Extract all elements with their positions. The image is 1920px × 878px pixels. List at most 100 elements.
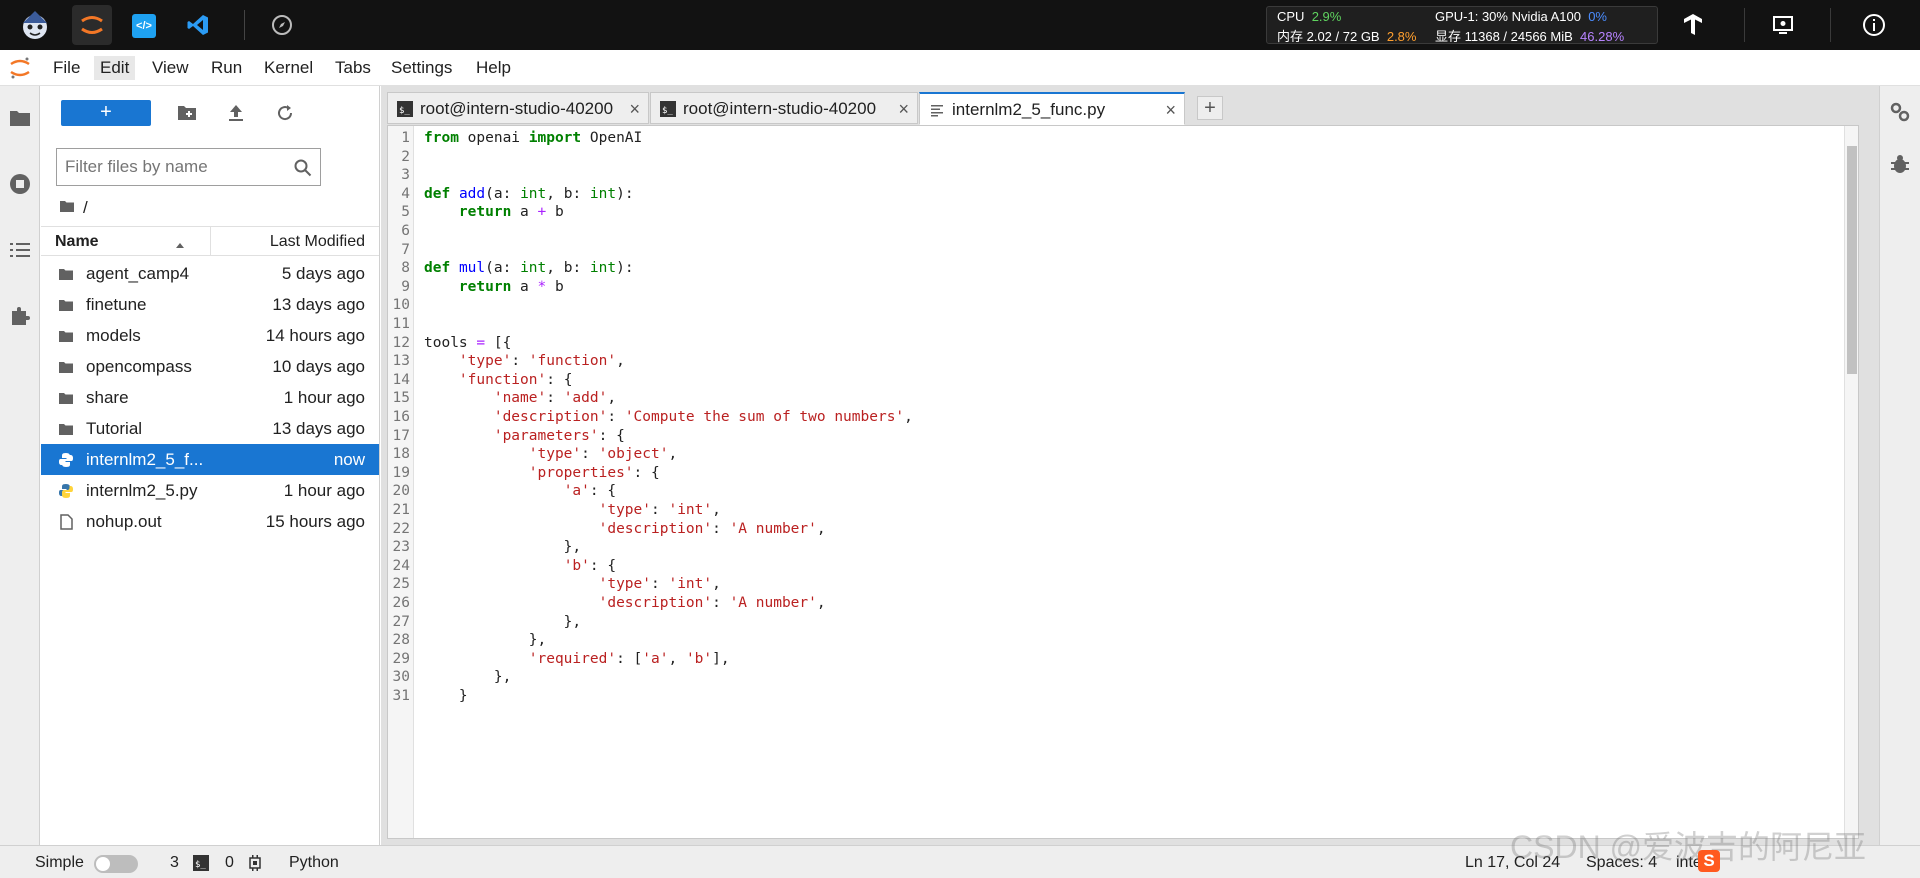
file-row[interactable]: nohup.out 15 hours ago (41, 506, 379, 537)
code-text: 'description': 'A number', (598, 520, 826, 537)
file-name: models (86, 326, 141, 345)
file-row[interactable]: finetune 13 days ago (41, 289, 379, 320)
breadcrumb[interactable]: / (59, 196, 88, 220)
file-icon (57, 513, 75, 531)
file-row[interactable]: models 14 hours ago (41, 320, 379, 351)
mem-value: 2.8% (1386, 29, 1417, 44)
file-modified: 14 hours ago (265, 326, 365, 345)
tab-editor-file[interactable]: internlm2_5_func.py × (919, 92, 1185, 125)
line-number: 17 (392, 427, 410, 444)
monitor-settings-icon[interactable] (1768, 10, 1798, 40)
folder-icon[interactable] (6, 104, 34, 132)
left-sidebar-tabs (0, 86, 40, 845)
simple-mode-toggle[interactable] (94, 855, 138, 873)
code-server-icon[interactable]: </> (132, 14, 156, 38)
file-row[interactable]: agent_camp4 5 days ago (41, 258, 379, 289)
file-name: internlm2_5_f... (86, 450, 204, 469)
property-inspector-icon[interactable] (1886, 98, 1914, 126)
debugger-bug-icon[interactable] (1886, 150, 1914, 178)
kernel-language[interactable]: Python (289, 854, 339, 872)
vertical-scrollbar[interactable] (1844, 126, 1858, 838)
kernel-count[interactable]: 3 (170, 854, 179, 872)
code-editor[interactable]: 1 from openai import OpenAI 2 3 4 def add(a: … (387, 125, 1859, 839)
close-icon[interactable]: × (898, 99, 909, 120)
menu-settings[interactable]: Settings (385, 56, 458, 80)
code-text: return a * b (458, 278, 564, 295)
mascot-logo-icon[interactable] (15, 5, 55, 45)
menu-file[interactable]: File (47, 56, 86, 80)
search-icon (294, 159, 312, 182)
folder-icon (57, 327, 75, 345)
column-name[interactable]: Name (55, 233, 99, 251)
file-row[interactable]: Tutorial 13 days ago (41, 413, 379, 444)
tensorflow-icon[interactable] (1678, 10, 1708, 40)
line-number: 14 (392, 371, 410, 388)
cpu-chip-icon (247, 855, 263, 876)
breadcrumb-root[interactable]: / (83, 198, 88, 218)
file-row[interactable]: internlm2_5.py 1 hour ago (41, 475, 379, 506)
menu-tabs[interactable]: Tabs (329, 56, 377, 80)
new-launcher-button[interactable]: + (61, 100, 151, 126)
file-name: nohup.out (86, 512, 162, 531)
menu-view[interactable]: View (146, 56, 195, 80)
file-modified: 13 days ago (272, 419, 365, 438)
scrollbar-thumb[interactable] (1847, 146, 1857, 374)
info-icon[interactable] (1859, 10, 1889, 40)
table-of-contents-icon[interactable] (6, 236, 34, 264)
csdn-watermark: CSDN @爱波吉的阿尼亚 (1510, 829, 1867, 865)
upload-icon[interactable] (224, 101, 248, 125)
terminal-count[interactable]: 0 (225, 854, 234, 872)
menu-help[interactable]: Help (470, 56, 517, 80)
file-list: agent_camp4 5 days ago finetune 13 days ago… (41, 258, 379, 537)
file-modified: 15 hours ago (265, 512, 365, 531)
filter-files-field[interactable] (56, 148, 321, 186)
toolbar-divider (1830, 8, 1831, 42)
sort-ascending-icon[interactable] (175, 236, 185, 254)
code-text: } (424, 688, 468, 704)
tab-label: root@intern-studio-40200 (420, 99, 614, 118)
close-icon[interactable]: × (1165, 100, 1176, 121)
python-file-icon (57, 451, 75, 469)
refresh-icon[interactable] (273, 101, 297, 125)
compass-icon[interactable] (262, 5, 302, 45)
file-row[interactable]: share 1 hour ago (41, 382, 379, 413)
running-sessions-icon[interactable] (6, 170, 34, 198)
line-number: 28 (392, 632, 410, 649)
new-folder-icon[interactable] (175, 101, 199, 125)
column-last-modified[interactable]: Last Modified (270, 233, 365, 251)
line-number: 26 (392, 595, 410, 611)
line-number: 16 (392, 409, 410, 425)
file-row[interactable]: internlm2_5_f... now (41, 444, 379, 475)
code-text: tools = [{ (424, 334, 512, 351)
tab-terminal-1[interactable]: $_ root@intern-studio-40200 × (387, 92, 649, 124)
line-number: 8 (401, 260, 410, 277)
tab-terminal-2[interactable]: $_ root@intern-studio-40200 × (650, 92, 918, 124)
code-text: 'required': ['a', 'b'], (528, 650, 730, 667)
menu-edit[interactable]: Edit (94, 56, 136, 80)
file-modified: 1 hour ago (283, 388, 365, 407)
file-name: share (86, 388, 129, 407)
code-text: def mul(a: int, b: int): (424, 260, 634, 277)
line-number: 2 (401, 148, 410, 165)
line-number: 1 (401, 130, 410, 146)
folder-icon (57, 265, 75, 283)
add-tab-button[interactable]: + (1197, 96, 1223, 120)
file-row[interactable]: opencompass 10 days ago (41, 351, 379, 382)
simple-mode-label: Simple (35, 854, 84, 871)
filter-files-input[interactable] (65, 155, 285, 179)
code-text: }, (424, 539, 582, 556)
menu-run[interactable]: Run (205, 56, 248, 80)
vscode-icon[interactable] (178, 5, 218, 45)
main-dock-area: $_ root@intern-studio-40200 × $_ root@in… (381, 86, 1879, 845)
close-icon[interactable]: × (629, 99, 640, 120)
extension-icon[interactable] (6, 302, 34, 330)
code-text: }, (424, 669, 512, 686)
code-text: 'type': 'object', (528, 446, 678, 463)
line-number: 25 (392, 576, 410, 593)
file-modified: now (333, 450, 365, 469)
jupyter-app-icon[interactable] (72, 5, 112, 45)
code-text: 'a': { (563, 483, 617, 500)
ime-logo-icon[interactable]: S (1698, 850, 1720, 872)
file-name: finetune (86, 295, 147, 314)
menu-kernel[interactable]: Kernel (258, 56, 319, 80)
